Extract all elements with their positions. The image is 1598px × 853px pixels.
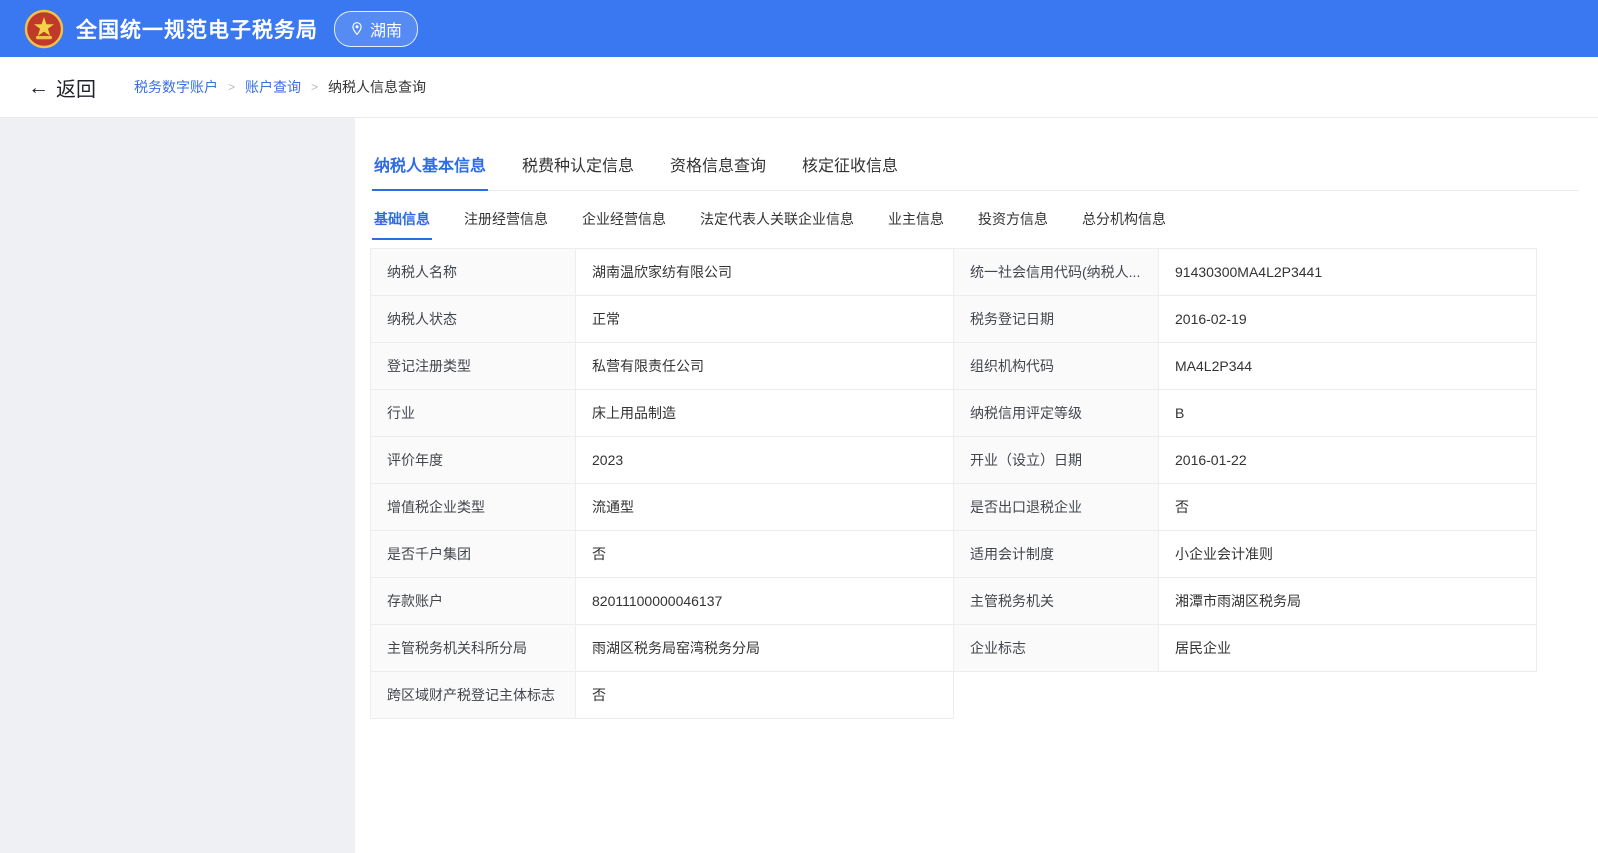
- table-row: 纳税人状态 正常 税务登记日期 2016-02-19: [371, 296, 1537, 343]
- info-label: 是否出口退税企业: [954, 484, 1159, 531]
- back-button[interactable]: ← 返回: [28, 73, 96, 102]
- info-label: 评价年度: [371, 437, 576, 484]
- table-row: 评价年度 2023 开业（设立）日期 2016-01-22: [371, 437, 1537, 484]
- region-label: 湖南: [370, 17, 402, 41]
- table-row: 登记注册类型 私营有限责任公司 组织机构代码 MA4L2P344: [371, 343, 1537, 390]
- info-label: 适用会计制度: [954, 531, 1159, 578]
- app-title: 全国统一规范电子税务局: [76, 14, 318, 44]
- info-value: 2016-02-19: [1159, 296, 1537, 343]
- info-value: 湘潭市雨湖区税务局: [1159, 578, 1537, 625]
- location-pin-icon: [350, 21, 364, 36]
- subtab-enterprise-business-info[interactable]: 企业经营信息: [580, 205, 668, 240]
- breadcrumb: 税务数字账户 > 账户查询 > 纳税人信息查询: [134, 77, 426, 97]
- table-row: 主管税务机关科所分局 雨湖区税务局窑湾税务分局 企业标志 居民企业: [371, 625, 1537, 672]
- info-label: 企业标志: [954, 625, 1159, 672]
- app-header: 全国统一规范电子税务局 湖南: [0, 0, 1598, 57]
- secondary-tabs: 基础信息 注册经营信息 企业经营信息 法定代表人关联企业信息 业主信息 投资方信…: [370, 205, 1578, 240]
- info-value: MA4L2P344: [1159, 343, 1537, 390]
- table-row: 增值税企业类型 流通型 是否出口退税企业 否: [371, 484, 1537, 531]
- subtab-owner-info[interactable]: 业主信息: [886, 205, 946, 240]
- info-label: 跨区域财产税登记主体标志: [371, 672, 576, 719]
- subtab-legal-rep-related-enterprise-info[interactable]: 法定代表人关联企业信息: [698, 205, 856, 240]
- info-value: 2023: [576, 437, 954, 484]
- national-emblem-icon: [24, 9, 64, 49]
- breadcrumb-link-account-query[interactable]: 账户查询: [245, 77, 301, 97]
- taxpayer-info-table: 纳税人名称 湖南温欣家纺有限公司 统一社会信用代码(纳税人... 9143030…: [370, 248, 1537, 719]
- empty-cell: [1159, 672, 1537, 719]
- region-selector[interactable]: 湖南: [334, 11, 418, 47]
- info-value: 居民企业: [1159, 625, 1537, 672]
- breadcrumb-bar: ← 返回 税务数字账户 > 账户查询 > 纳税人信息查询: [0, 57, 1598, 118]
- info-label: 是否千户集团: [371, 531, 576, 578]
- info-value: 否: [576, 531, 954, 578]
- breadcrumb-separator-icon: >: [228, 80, 235, 94]
- subtab-registration-business-info[interactable]: 注册经营信息: [462, 205, 550, 240]
- empty-cell: [954, 672, 1159, 719]
- info-value: 私营有限责任公司: [576, 343, 954, 390]
- subtab-head-branch-info[interactable]: 总分机构信息: [1080, 205, 1168, 240]
- info-label: 主管税务机关科所分局: [371, 625, 576, 672]
- subtab-basic-info[interactable]: 基础信息: [372, 205, 432, 240]
- content-panel: 纳税人基本信息 税费种认定信息 资格信息查询 核定征收信息 基础信息 注册经营信…: [355, 118, 1598, 853]
- tab-qualification-info-query[interactable]: 资格信息查询: [668, 146, 768, 190]
- breadcrumb-current-page: 纳税人信息查询: [328, 77, 426, 97]
- info-label: 登记注册类型: [371, 343, 576, 390]
- info-label: 存款账户: [371, 578, 576, 625]
- info-value: 雨湖区税务局窑湾税务分局: [576, 625, 954, 672]
- info-value: 湖南温欣家纺有限公司: [576, 249, 954, 296]
- tab-tax-fee-type-info[interactable]: 税费种认定信息: [520, 146, 636, 190]
- info-value: 否: [1159, 484, 1537, 531]
- info-value: 82011100000046137: [576, 578, 954, 625]
- back-label: 返回: [56, 73, 96, 102]
- info-label: 税务登记日期: [954, 296, 1159, 343]
- subtab-investor-info[interactable]: 投资方信息: [976, 205, 1050, 240]
- info-value: 否: [576, 672, 954, 719]
- back-arrow-icon: ←: [28, 77, 49, 98]
- info-label: 统一社会信用代码(纳税人...: [954, 249, 1159, 296]
- breadcrumb-link-tax-digital-account[interactable]: 税务数字账户: [134, 77, 218, 97]
- primary-tabs: 纳税人基本信息 税费种认定信息 资格信息查询 核定征收信息: [370, 146, 1578, 191]
- info-value: 小企业会计准则: [1159, 531, 1537, 578]
- info-label: 行业: [371, 390, 576, 437]
- table-row: 是否千户集团 否 适用会计制度 小企业会计准则: [371, 531, 1537, 578]
- info-label: 纳税信用评定等级: [954, 390, 1159, 437]
- info-label: 组织机构代码: [954, 343, 1159, 390]
- info-value: 床上用品制造: [576, 390, 954, 437]
- tab-taxpayer-basic-info[interactable]: 纳税人基本信息: [372, 146, 488, 191]
- info-value: 流通型: [576, 484, 954, 531]
- info-value: 正常: [576, 296, 954, 343]
- info-label: 主管税务机关: [954, 578, 1159, 625]
- info-label: 开业（设立）日期: [954, 437, 1159, 484]
- table-row: 存款账户 82011100000046137 主管税务机关 湘潭市雨湖区税务局: [371, 578, 1537, 625]
- breadcrumb-separator-icon: >: [311, 80, 318, 94]
- table-row: 纳税人名称 湖南温欣家纺有限公司 统一社会信用代码(纳税人... 9143030…: [371, 249, 1537, 296]
- table-row: 行业 床上用品制造 纳税信用评定等级 B: [371, 390, 1537, 437]
- info-value: 2016-01-22: [1159, 437, 1537, 484]
- info-value: B: [1159, 390, 1537, 437]
- info-label: 纳税人状态: [371, 296, 576, 343]
- main-area: 纳税人基本信息 税费种认定信息 资格信息查询 核定征收信息 基础信息 注册经营信…: [0, 118, 1598, 853]
- tab-assessed-collection-info[interactable]: 核定征收信息: [800, 146, 900, 190]
- info-value: 91430300MA4L2P3441: [1159, 249, 1537, 296]
- table-row: 跨区域财产税登记主体标志 否: [371, 672, 1537, 719]
- info-label: 纳税人名称: [371, 249, 576, 296]
- info-label: 增值税企业类型: [371, 484, 576, 531]
